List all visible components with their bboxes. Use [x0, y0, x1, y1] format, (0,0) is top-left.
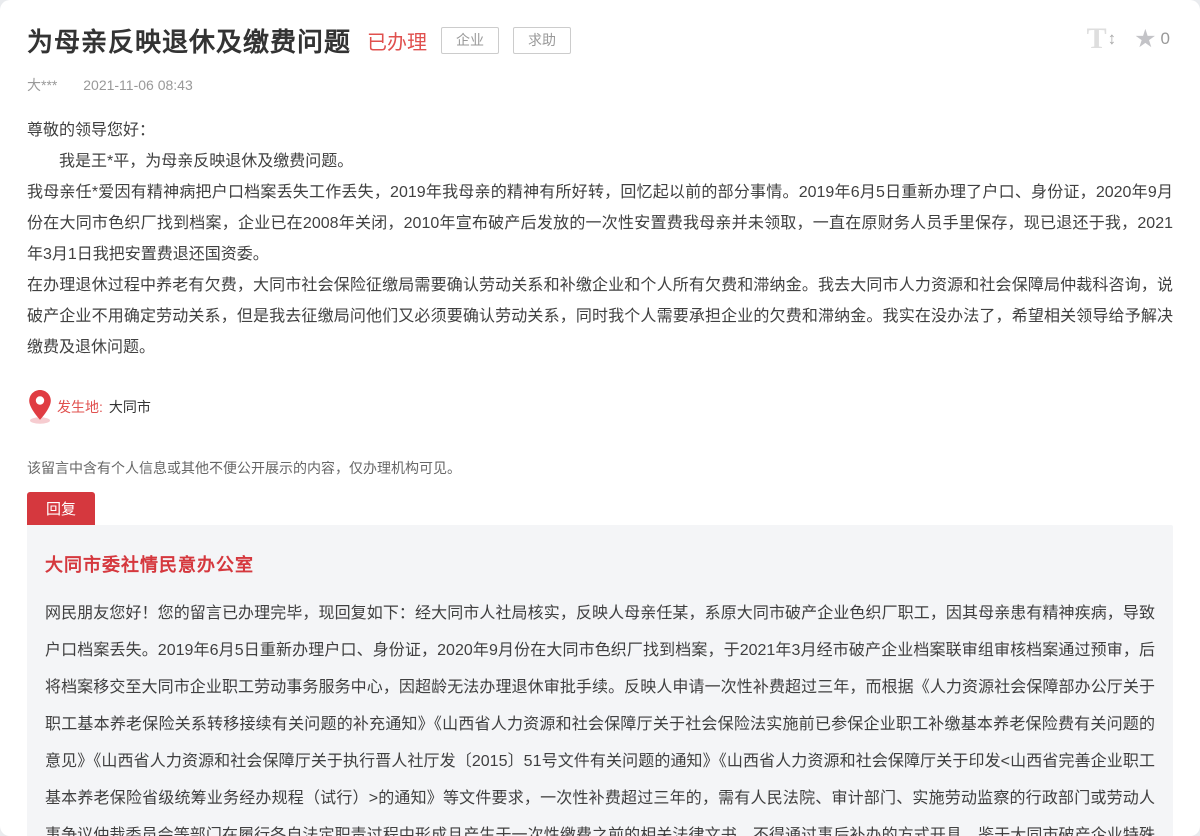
reply-button[interactable]: 回复 [27, 492, 95, 525]
tag-enterprise[interactable]: 企业 [441, 27, 499, 54]
tag-help[interactable]: 求助 [513, 27, 571, 54]
status-badge: 已办理 [367, 26, 427, 55]
header-tools: T ↕ ★ 0 [1087, 24, 1170, 54]
favorite-button[interactable]: ★ 0 [1134, 27, 1170, 52]
location-row: 发生地: 大同市 [27, 389, 1173, 424]
location-label: 发生地: [57, 397, 103, 417]
title-row: 为母亲反映退休及缴费问题 已办理 企业 求助 [27, 0, 1173, 59]
privacy-notice: 该留言中含有个人信息或其他不便公开展示的内容，仅办理机构可见。 [27, 458, 1173, 478]
message-detail-card: T ↕ ★ 0 为母亲反映退休及缴费问题 已办理 企业 求助 大*** 2021… [0, 0, 1200, 836]
message-body: 尊敬的领导您好： 我是王*平，为母亲反映退休及缴费问题。 我母亲任*爱因有精神病… [27, 115, 1173, 363]
page-title: 为母亲反映退休及缴费问题 [27, 22, 351, 59]
location-pin-icon [27, 389, 53, 424]
message-paragraph: 在办理退休过程中养老有欠费，大同市社会保险征缴局需要确认劳动关系和补缴企业和个人… [27, 270, 1173, 363]
author-row: 大*** 2021-11-06 08:43 [27, 75, 1173, 95]
reply-body: 网民朋友您好！您的留言已办理完毕，现回复如下：经大同市人社局核实，反映人母亲任某… [45, 595, 1155, 836]
message-paragraph: 我是王*平，为母亲反映退休及缴费问题。 [27, 146, 1173, 177]
reply-agency-name: 大同市委社情民意办公室 [45, 551, 1155, 577]
message-paragraph: 我母亲任*爱因有精神病把户口档案丢失工作丢失，2019年我母亲的精神有所好转，回… [27, 177, 1173, 270]
location-value: 大同市 [109, 397, 151, 417]
font-resize-arrows-icon: ↕ [1108, 29, 1117, 49]
star-icon: ★ [1134, 27, 1156, 52]
post-date: 2021-11-06 08:43 [83, 77, 193, 93]
author-name: 大*** [27, 77, 57, 93]
font-size-toggle[interactable]: T ↕ [1087, 24, 1117, 54]
message-paragraph: 尊敬的领导您好： [27, 115, 1173, 146]
favorite-count: 0 [1161, 29, 1170, 49]
reply-panel: 大同市委社情民意办公室 网民朋友您好！您的留言已办理完毕，现回复如下：经大同市人… [27, 525, 1173, 836]
font-resize-icon: T [1087, 24, 1107, 54]
